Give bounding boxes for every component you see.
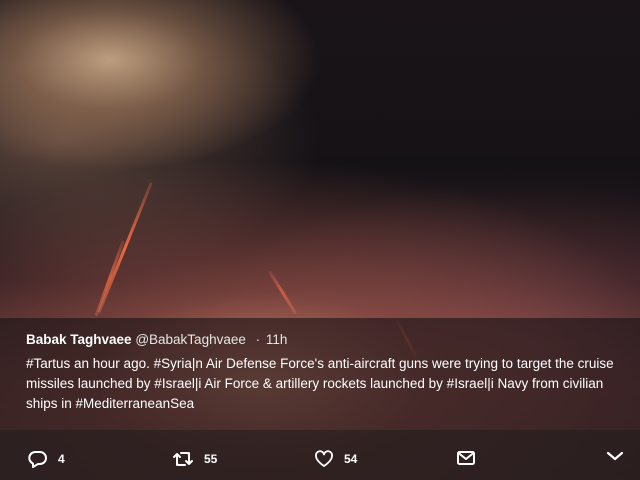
tracer-streak [97,182,153,313]
author-name[interactable]: Babak Taghvaee [26,332,132,347]
author-handle[interactable]: @BabakTaghvaee [135,332,246,347]
direct-message-button[interactable] [456,450,476,466]
reply-button[interactable]: 4 [28,450,65,468]
reply-count: 4 [58,452,65,466]
retweet-button[interactable]: 55 [172,450,217,468]
tracer-streak [268,270,298,315]
reply-icon [28,450,48,468]
tweet-header: Babak Taghvaee @BabakTaghvaee · 11h [26,330,614,350]
header-separator: · [255,332,261,347]
tweet-action-bar: 4 55 54 [0,430,640,480]
tracer-streak [94,240,125,317]
tweet-timestamp[interactable]: 11h [266,332,288,347]
like-button[interactable]: 54 [314,450,357,468]
chevron-down-icon [606,450,624,462]
envelope-icon [456,450,476,466]
retweet-icon [172,450,194,468]
more-options-button[interactable] [606,450,624,462]
heart-icon [314,450,334,468]
tweet-text: #Tartus an hour ago. #Syria|n Air Defens… [26,356,614,411]
tweet-caption: Babak Taghvaee @BabakTaghvaee · 11h #Tar… [0,318,640,430]
like-count: 54 [344,452,358,466]
retweet-count: 55 [204,452,218,466]
